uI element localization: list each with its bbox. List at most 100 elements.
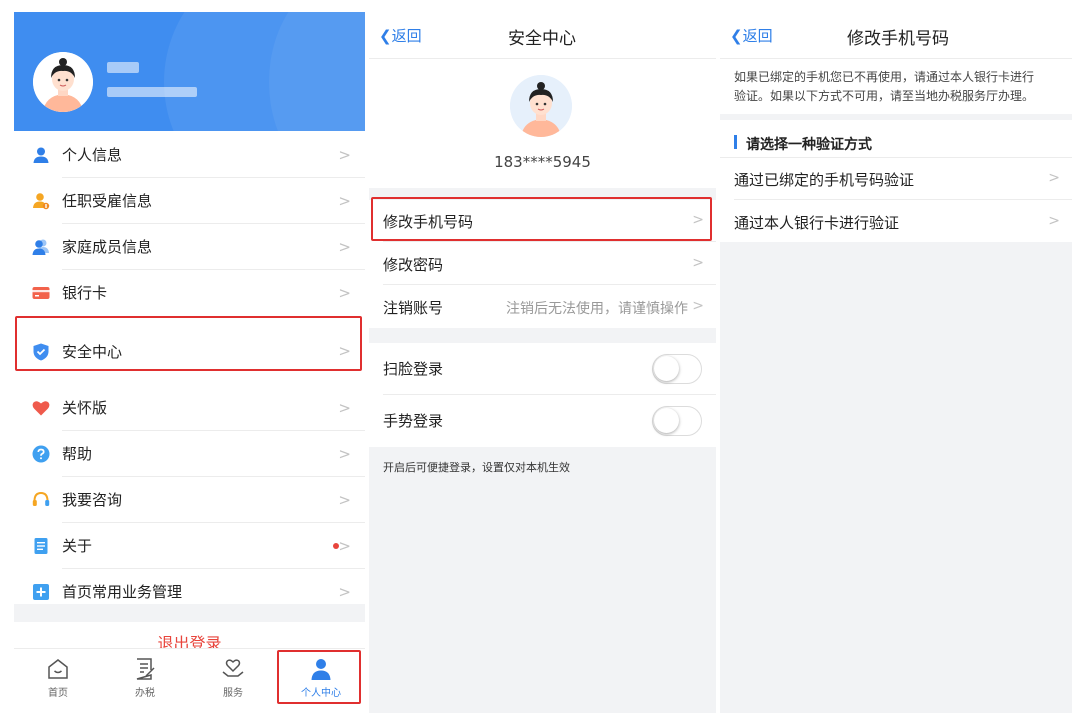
menu-item-label: 任职受雇信息 bbox=[62, 192, 153, 210]
add-icon bbox=[32, 583, 50, 601]
page-title: 修改手机号码 bbox=[847, 29, 949, 49]
row-label: 注销账号 bbox=[383, 299, 444, 317]
tab-service[interactable]: 服务 bbox=[203, 657, 263, 699]
back-button[interactable]: ❮返回 bbox=[730, 25, 773, 46]
toggle-knob bbox=[654, 356, 679, 381]
row-label: 扫脸登录 bbox=[383, 360, 444, 378]
row-cancel-account[interactable]: 注销账号 注销后无法使用，请谨慎操作 > bbox=[369, 286, 716, 328]
option-verify-by-phone[interactable]: 通过已绑定的手机号码验证 > bbox=[720, 158, 1072, 200]
menu-item-family-info[interactable]: 家庭成员信息 > bbox=[14, 224, 365, 270]
chevron-right-icon: > bbox=[692, 298, 704, 314]
heart-icon bbox=[32, 399, 50, 417]
section-title: 请选择一种验证方式 bbox=[746, 137, 872, 153]
row-face-login: 扫脸登录 bbox=[369, 343, 716, 395]
section-gap bbox=[14, 604, 365, 622]
menu-item-label: 首页常用业务管理 bbox=[62, 583, 183, 601]
tab-home[interactable]: 首页 bbox=[28, 657, 88, 699]
face-login-toggle[interactable] bbox=[652, 354, 702, 384]
bank-card-icon bbox=[32, 284, 50, 302]
intro-text: 如果已绑定的手机您已不再使用，请通过本人银行卡进行 验证。如果以下方式不可用，请… bbox=[720, 58, 1072, 114]
masked-username bbox=[107, 62, 139, 73]
headset-icon bbox=[32, 491, 50, 509]
chevron-right-icon: > bbox=[338, 491, 351, 509]
change-phone-screen: ❮返回 修改手机号码 如果已绑定的手机您已不再使用，请通过本人银行卡进行 验证。… bbox=[720, 12, 1072, 713]
tab-label: 办税 bbox=[135, 688, 155, 699]
chevron-left-icon: ❮ bbox=[379, 27, 392, 45]
verification-options: 请选择一种验证方式 通过已绑定的手机号码验证 > 通过本人银行卡进行验证 > bbox=[720, 120, 1072, 242]
login-settings-list: 扫脸登录 手势登录 bbox=[369, 343, 716, 447]
menu-item-care-edition[interactable]: 关怀版 > bbox=[14, 385, 365, 431]
account-summary: 183****5945 bbox=[369, 58, 716, 188]
avatar bbox=[510, 75, 572, 137]
family-icon bbox=[32, 238, 50, 256]
highlight-box bbox=[277, 650, 361, 704]
option-label: 通过本人银行卡进行验证 bbox=[734, 214, 900, 232]
menu-item-personal-info[interactable]: 个人信息 > bbox=[14, 132, 365, 178]
divider bbox=[734, 199, 1072, 200]
row-label: 手势登录 bbox=[383, 412, 444, 430]
menu-item-label: 银行卡 bbox=[62, 284, 108, 302]
help-icon bbox=[32, 445, 50, 463]
nav-bar: ❮返回 修改手机号码 bbox=[720, 12, 1072, 58]
chevron-right-icon: > bbox=[338, 445, 351, 463]
home-icon bbox=[46, 657, 70, 681]
header-decoration bbox=[269, 12, 365, 131]
row-hint: 注销后无法使用，请谨慎操作 bbox=[506, 301, 688, 317]
masked-user-id bbox=[107, 87, 197, 97]
menu-item-bank-card[interactable]: 银行卡 > bbox=[14, 270, 365, 316]
gesture-login-toggle[interactable] bbox=[652, 406, 702, 436]
menu-item-label: 关于 bbox=[62, 537, 93, 555]
login-settings-note: 开启后可便捷登录，设置仅对本机生效 bbox=[383, 461, 570, 474]
document-icon bbox=[32, 537, 50, 555]
section-accent-bar bbox=[734, 135, 737, 149]
chevron-right-icon: > bbox=[338, 399, 351, 417]
profile-header bbox=[14, 12, 365, 131]
menu-item-label: 帮助 bbox=[62, 445, 93, 463]
toggle-knob bbox=[654, 408, 679, 433]
tab-label: 服务 bbox=[223, 688, 243, 699]
back-button[interactable]: ❮返回 bbox=[379, 25, 422, 46]
row-label: 修改密码 bbox=[383, 256, 444, 274]
chevron-right-icon: > bbox=[338, 192, 351, 210]
chevron-right-icon: > bbox=[338, 537, 351, 555]
menu-item-about[interactable]: 关于 > bbox=[14, 523, 365, 569]
intro-line: 如果已绑定的手机您已不再使用，请通过本人银行卡进行 bbox=[734, 70, 1035, 84]
row-change-password[interactable]: 修改密码 > bbox=[369, 243, 716, 285]
menu-item-consult[interactable]: 我要咨询 > bbox=[14, 477, 365, 523]
back-label: 返回 bbox=[391, 27, 422, 45]
menu-item-label: 个人信息 bbox=[62, 146, 123, 164]
highlight-box bbox=[15, 316, 362, 371]
chevron-right-icon: > bbox=[1048, 213, 1060, 229]
chevron-right-icon: > bbox=[338, 284, 351, 302]
masked-phone-number: 183****5945 bbox=[494, 153, 591, 171]
service-heart-icon bbox=[221, 657, 245, 681]
tab-label: 首页 bbox=[48, 688, 68, 699]
menu-item-label: 我要咨询 bbox=[62, 491, 123, 509]
menu-item-label: 关怀版 bbox=[62, 399, 108, 417]
chevron-right-icon: > bbox=[692, 255, 704, 271]
intro-line: 验证。如果以下方式不可用，请至当地办税服务厅办理。 bbox=[734, 89, 1035, 103]
chevron-right-icon: > bbox=[338, 583, 351, 601]
chevron-right-icon: > bbox=[1048, 170, 1060, 186]
avatar[interactable] bbox=[33, 52, 93, 112]
security-center-screen: ❮返回 安全中心 183****5945 修改手机号码 > 修改密码 > 注销账… bbox=[369, 12, 716, 713]
menu-item-employment-info[interactable]: 任职受雇信息 > bbox=[14, 178, 365, 224]
highlight-box bbox=[371, 197, 712, 241]
row-gesture-login: 手势登录 bbox=[369, 395, 716, 447]
divider bbox=[383, 284, 716, 285]
personal-center-screen: 个人信息 > 任职受雇信息 > 家庭成员信息 > 银行卡 > 安全中心 > 关怀… bbox=[14, 12, 365, 713]
chevron-right-icon: > bbox=[338, 238, 351, 256]
tab-tax[interactable]: 办税 bbox=[115, 657, 175, 699]
employment-icon bbox=[32, 192, 50, 210]
option-label: 通过已绑定的手机号码验证 bbox=[734, 171, 915, 189]
divider bbox=[383, 241, 716, 242]
person-icon bbox=[32, 146, 50, 164]
back-label: 返回 bbox=[742, 27, 773, 45]
menu-item-label: 家庭成员信息 bbox=[62, 238, 153, 256]
option-verify-by-bank-card[interactable]: 通过本人银行卡进行验证 > bbox=[720, 201, 1072, 243]
menu-item-help[interactable]: 帮助 > bbox=[14, 431, 365, 477]
tax-form-icon bbox=[133, 657, 157, 681]
chevron-right-icon: > bbox=[338, 146, 351, 164]
chevron-left-icon: ❮ bbox=[730, 27, 743, 45]
nav-bar: ❮返回 安全中心 bbox=[369, 12, 716, 58]
